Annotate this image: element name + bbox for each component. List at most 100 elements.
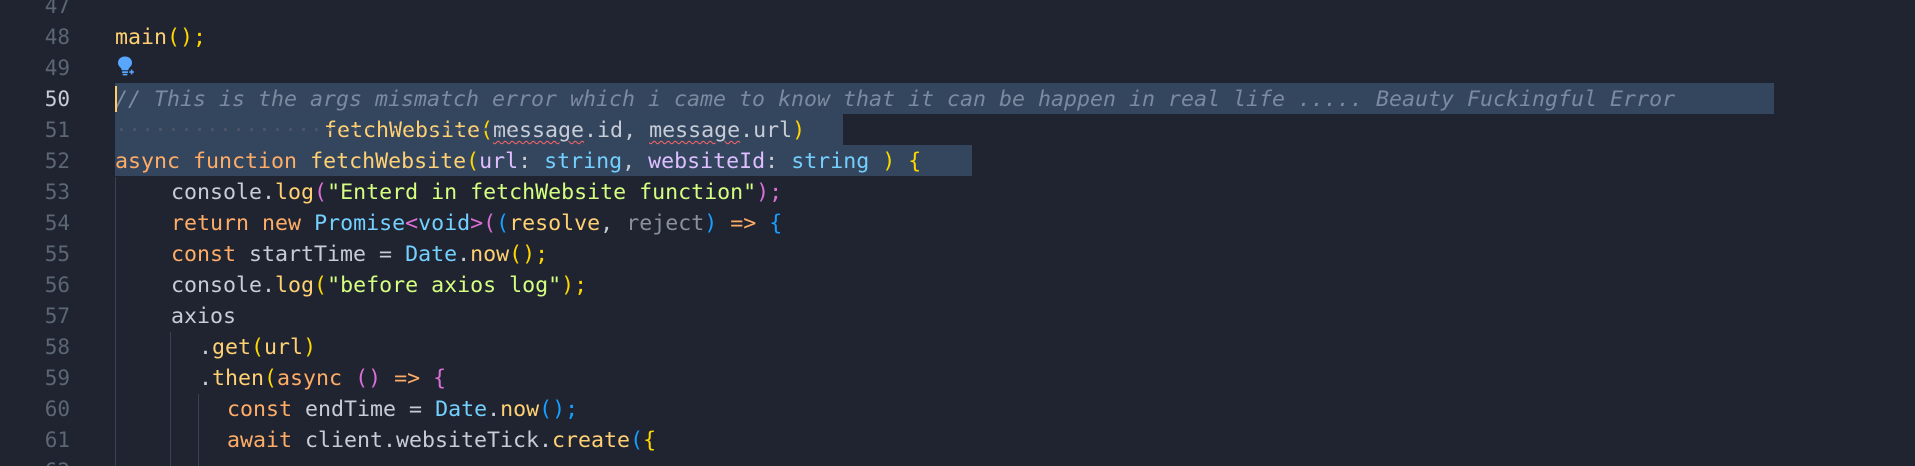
- code-token: Date: [435, 397, 488, 422]
- code-token-error: message: [649, 118, 741, 143]
- line-number: 54: [44, 211, 70, 235]
- code-line-52: async function fetchWebsite(url: string,…: [115, 146, 921, 177]
- code-token: (: [483, 211, 497, 236]
- code-token: (: [496, 211, 510, 236]
- code-token: =>: [717, 211, 757, 236]
- code-token: {: [420, 366, 447, 391]
- line-number: 59: [44, 366, 70, 390]
- code-line-50: // This is the args mismatch error which…: [115, 84, 1675, 115]
- code-token: .: [199, 335, 213, 360]
- code-token: new: [262, 211, 302, 236]
- code-area[interactable]: main(); // This is the args mismatch err…: [115, 0, 1905, 466]
- code-token: get: [212, 335, 252, 360]
- code-comment: // This is the args mismatch error which…: [115, 87, 1676, 112]
- code-token: Date: [405, 242, 458, 267]
- code-token: :: [518, 149, 545, 174]
- code-token: startTime: [249, 242, 367, 267]
- code-token: endTime: [305, 397, 397, 422]
- code-token: =>: [381, 366, 421, 391]
- code-token: ,: [623, 118, 650, 143]
- code-token: ,: [622, 149, 649, 174]
- code-token: url: [479, 149, 519, 174]
- code-token: <: [405, 211, 419, 236]
- line-number-active: 50: [44, 87, 70, 111]
- line-number: 55: [44, 242, 70, 266]
- code-token: (: [264, 366, 278, 391]
- whitespace-markers: ·······························: [115, 118, 519, 143]
- code-token: main: [115, 25, 168, 50]
- code-token: .: [262, 273, 276, 298]
- code-token: ): [704, 211, 718, 236]
- line-number: 62: [0, 456, 70, 466]
- line-number-gutter: 47 48 49 50 51 52 53 54 55 56 57 58 59 6…: [0, 0, 82, 466]
- code-token: log: [275, 273, 315, 298]
- code-token: .: [487, 397, 501, 422]
- code-token: console: [171, 273, 263, 298]
- code-token: log: [275, 180, 315, 205]
- code-token: resolve: [509, 211, 601, 236]
- line-number: 51: [44, 118, 70, 142]
- code-token: );: [561, 273, 588, 298]
- code-token: const: [227, 397, 293, 422]
- code-token: =: [396, 397, 436, 422]
- line-number: 47: [44, 0, 70, 18]
- line-number: 48: [44, 25, 70, 49]
- line-number: 60: [44, 397, 70, 421]
- code-token: async: [115, 149, 181, 174]
- code-token: );: [756, 180, 783, 205]
- code-editor[interactable]: 47 48 49 50 51 52 53 54 55 56 57 58 59 6…: [0, 0, 1915, 466]
- code-token: fetchWebsite: [310, 149, 467, 174]
- code-line-53: console.log("Enterd in fetchWebsite func…: [171, 177, 782, 208]
- line-number: 57: [44, 304, 70, 328]
- code-token: ,: [600, 211, 627, 236]
- code-token: Promise: [314, 211, 406, 236]
- code-token: ();: [167, 25, 207, 50]
- code-token: create: [552, 428, 631, 453]
- code-token: ): [869, 149, 896, 174]
- code-token: websiteId: [648, 149, 766, 174]
- code-line-59: .then(async () => {: [199, 363, 446, 394]
- code-token: now: [470, 242, 510, 267]
- code-token: .: [457, 242, 471, 267]
- code-token: .url: [740, 118, 793, 143]
- code-line-60: const endTime = Date.now();: [227, 394, 578, 425]
- code-line-56: console.log("before axios log");: [171, 270, 587, 301]
- line-number: 49: [44, 56, 70, 80]
- code-token: .: [262, 180, 276, 205]
- code-token: :: [765, 149, 792, 174]
- code-token: const: [171, 242, 237, 267]
- code-line-61: await client.websiteTick.create({: [227, 425, 656, 456]
- line-number: 61: [44, 428, 70, 452]
- code-token: {: [756, 211, 783, 236]
- code-token: string: [544, 149, 623, 174]
- code-token: ();: [509, 242, 549, 267]
- code-token: (: [630, 428, 644, 453]
- code-token: then: [212, 366, 265, 391]
- code-token: console: [171, 180, 263, 205]
- code-token: string: [791, 149, 870, 174]
- code-token: client.websiteTick.: [305, 428, 553, 453]
- code-token: function: [193, 149, 298, 174]
- code-token: ();: [539, 397, 579, 422]
- code-token: .id: [584, 118, 624, 143]
- code-token: {: [643, 428, 657, 453]
- code-token: return: [171, 211, 250, 236]
- code-token: url: [264, 335, 304, 360]
- code-token: =: [366, 242, 406, 267]
- code-line-57: axios: [171, 301, 236, 332]
- code-token: .: [199, 366, 213, 391]
- text-cursor: [115, 86, 117, 112]
- code-token: ): [303, 335, 317, 360]
- code-token: now: [500, 397, 540, 422]
- code-token: >: [470, 211, 484, 236]
- line-number: 52: [44, 149, 70, 173]
- line-number: 58: [44, 335, 70, 359]
- code-line-48: main();: [115, 22, 206, 53]
- code-token: await: [227, 428, 293, 453]
- code-line-58: .get(url): [199, 332, 316, 363]
- code-line-54: return new Promise<void>((resolve, rejec…: [171, 208, 782, 239]
- code-token: axios: [171, 304, 237, 329]
- code-line-55: const startTime = Date.now();: [171, 239, 548, 270]
- code-token: (: [466, 149, 480, 174]
- line-number: 56: [44, 273, 70, 297]
